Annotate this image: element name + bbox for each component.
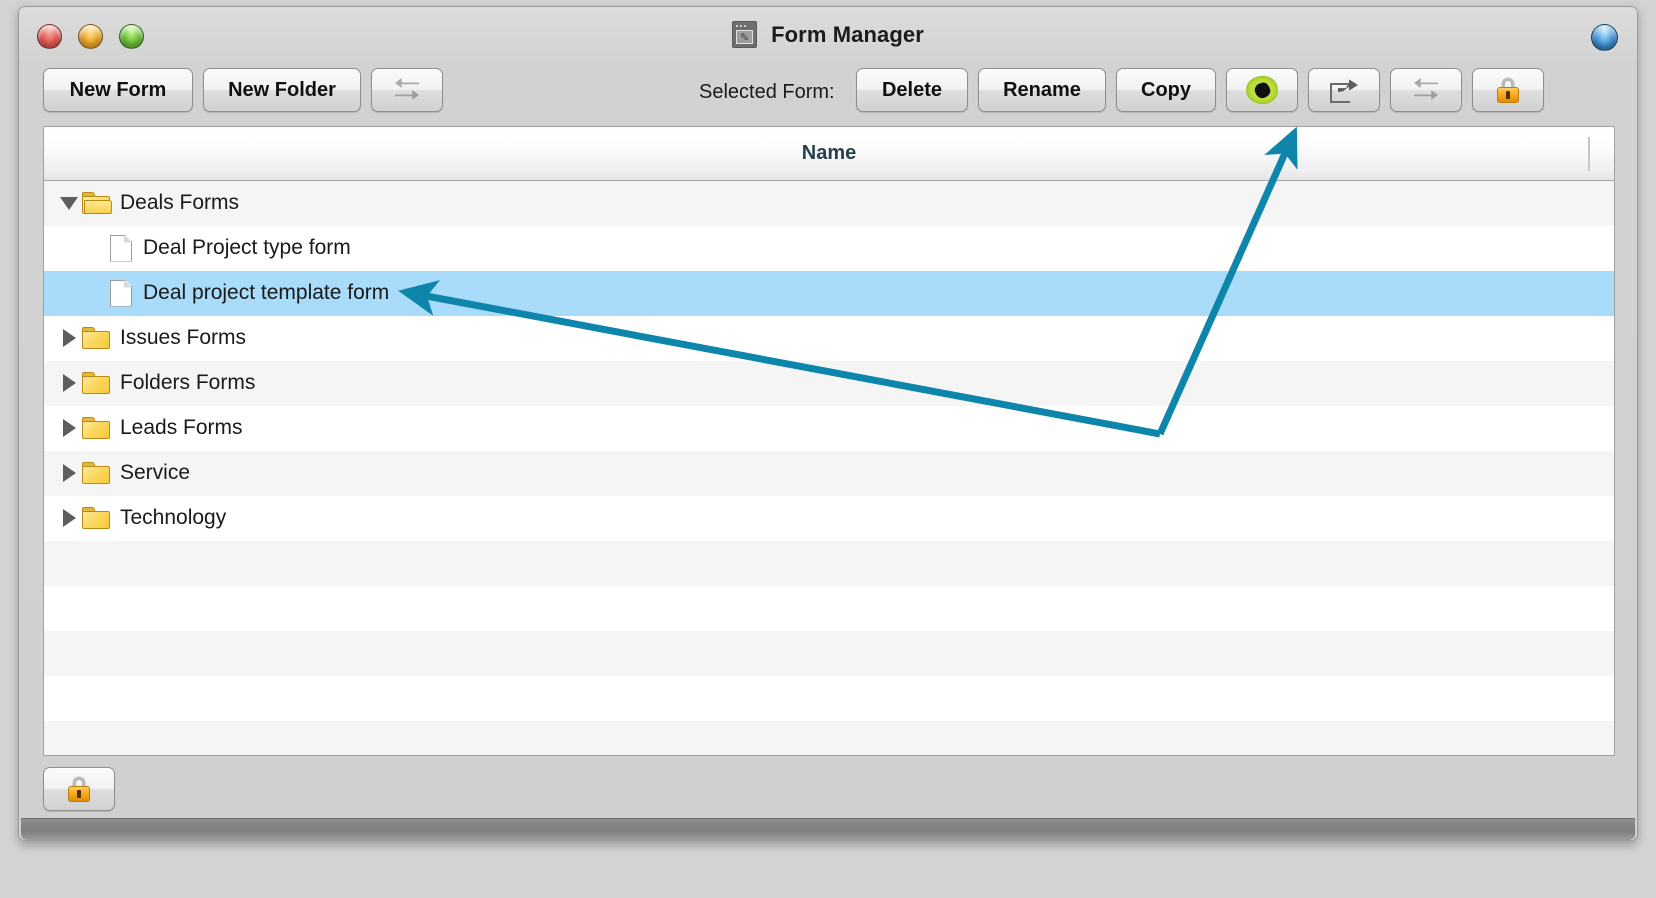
table-row[interactable]: Technology xyxy=(44,496,1614,541)
form-window-icon: ✎ xyxy=(732,21,758,48)
row-label: Deal Project type form xyxy=(143,236,351,259)
disclosure-open-icon[interactable] xyxy=(56,196,82,210)
lock-bottom-button[interactable] xyxy=(43,767,115,811)
disclosure-closed-icon[interactable] xyxy=(56,419,82,437)
table-row-empty xyxy=(44,541,1614,586)
titlebar: ✎ Form Manager xyxy=(19,7,1637,63)
row-label: Leads Forms xyxy=(120,416,243,439)
row-label: Service xyxy=(120,461,191,484)
window-resize-bar xyxy=(21,818,1635,840)
table-row[interactable]: Deal project template form xyxy=(44,271,1614,316)
table-row[interactable]: Folders Forms xyxy=(44,361,1614,406)
row-label: Issues Forms xyxy=(120,326,247,349)
table-row-empty xyxy=(44,631,1614,676)
window-background: ✎ Form Manager New Form New Folder Selec… xyxy=(19,7,1637,840)
export-arrow-icon xyxy=(1330,77,1358,103)
rename-button[interactable]: Rename xyxy=(978,68,1106,112)
folder-icon xyxy=(82,462,110,484)
row-label: Folders Forms xyxy=(120,371,256,394)
table-row[interactable]: Issues Forms xyxy=(44,316,1614,361)
new-folder-label: New Folder xyxy=(228,78,336,101)
row-label: Technology xyxy=(120,506,227,529)
refresh-right-button[interactable] xyxy=(1390,68,1462,112)
folder-icon xyxy=(82,327,110,349)
lock-icon xyxy=(1497,77,1519,103)
window-title-group: ✎ Form Manager xyxy=(19,21,1637,48)
folder-open-icon xyxy=(82,192,112,214)
refresh-left-button[interactable] xyxy=(371,68,443,112)
disclosure-closed-icon[interactable] xyxy=(56,464,82,482)
window-icon-pane: ✎ xyxy=(736,30,754,44)
table-row[interactable]: Leads Forms xyxy=(44,406,1614,451)
export-button[interactable] xyxy=(1308,68,1380,112)
table-row[interactable]: Deals Forms xyxy=(44,181,1614,226)
rename-label: Rename xyxy=(1003,78,1081,101)
lock-top-button[interactable] xyxy=(1472,68,1544,112)
help-orb-button[interactable] xyxy=(1591,24,1618,51)
green-blob-icon xyxy=(1246,76,1278,104)
folder-icon xyxy=(82,417,110,439)
copy-label: Copy xyxy=(1141,78,1191,101)
toolbar: New Form New Folder Selected Form: Delet… xyxy=(19,63,1637,119)
document-icon xyxy=(110,279,132,307)
new-folder-button[interactable]: New Folder xyxy=(203,68,361,112)
table-row-empty xyxy=(44,676,1614,721)
new-form-button[interactable]: New Form xyxy=(43,68,193,112)
document-icon xyxy=(110,234,132,262)
delete-button[interactable]: Delete xyxy=(856,68,968,112)
form-manager-window: ✎ Form Manager New Form New Folder Selec… xyxy=(18,6,1638,841)
forms-tree-panel: Name Deals Forms Deal Project type form De… xyxy=(43,126,1615,756)
row-label: Deal project template form xyxy=(143,281,390,304)
folder-icon xyxy=(82,507,110,529)
column-header-label: Name xyxy=(801,142,857,164)
selected-form-label: Selected Form: xyxy=(699,81,835,103)
window-title: Form Manager xyxy=(771,21,924,47)
table-row-empty xyxy=(44,721,1614,755)
folder-icon xyxy=(82,372,110,394)
delete-label: Delete xyxy=(881,78,943,101)
column-header-name[interactable]: Name xyxy=(44,127,1614,181)
lock-icon xyxy=(68,776,90,802)
copy-button[interactable]: Copy xyxy=(1116,68,1216,112)
refresh-icon xyxy=(1413,77,1439,103)
table-row-empty xyxy=(44,586,1614,631)
set-default-button[interactable] xyxy=(1226,68,1298,112)
table-row[interactable]: Service xyxy=(44,451,1614,496)
tree-row-container: Deals Forms Deal Project type form Deal pr… xyxy=(44,181,1614,755)
refresh-icon xyxy=(394,77,420,103)
disclosure-closed-icon[interactable] xyxy=(56,509,82,527)
disclosure-closed-icon[interactable] xyxy=(56,374,82,392)
column-resize-handle[interactable] xyxy=(1588,137,1590,171)
row-label: Deals Forms xyxy=(120,191,240,214)
window-icon-dots xyxy=(736,25,749,27)
new-form-label: New Form xyxy=(69,78,167,101)
disclosure-closed-icon[interactable] xyxy=(56,329,82,347)
table-row[interactable]: Deal Project type form xyxy=(44,226,1614,271)
